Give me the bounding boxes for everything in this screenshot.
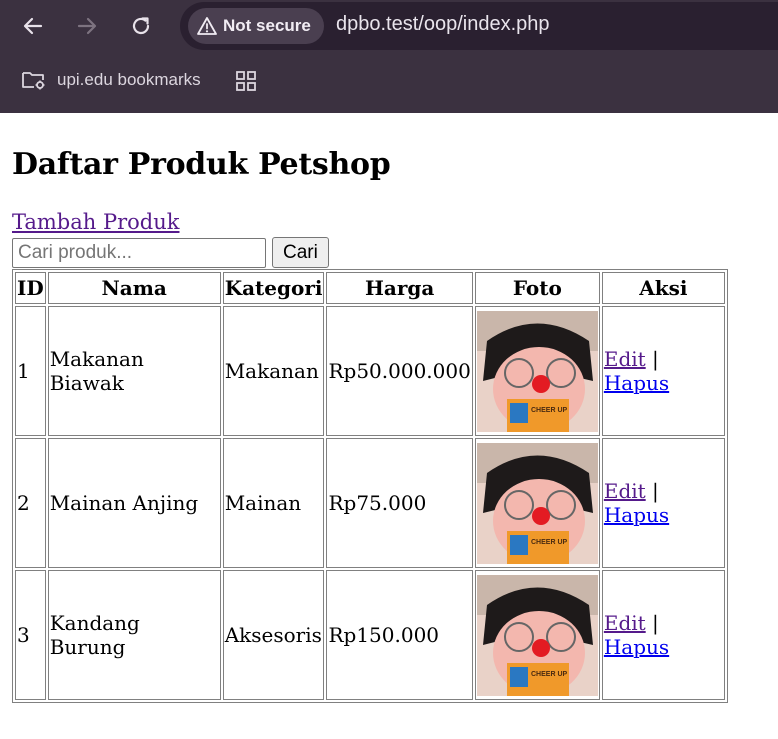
cell-foto: CHEER UP — [474, 438, 600, 568]
edit-link[interactable]: Edit — [604, 479, 646, 503]
header-foto: Foto — [474, 272, 600, 304]
cell-kategori: Makanan — [222, 306, 325, 436]
product-photo: CHEER UP — [476, 310, 598, 432]
page-content: Daftar Produk Petshop Tambah Produk Cari… — [0, 147, 778, 703]
table-row: 1 Makanan Biawak Makanan Rp50.000.000 CH… — [15, 306, 725, 436]
delete-link[interactable]: Hapus — [604, 635, 669, 659]
cell-foto: CHEER UP — [474, 306, 600, 436]
browser-toolbar: Not secure dpbo.test/oop/index.php — [0, 0, 778, 52]
action-separator: | — [652, 479, 659, 503]
photo-caption: CHEER UP — [531, 407, 568, 414]
cell-kategori: Aksesoris — [222, 570, 325, 700]
search-input[interactable] — [12, 237, 266, 268]
bookmark-folder-label: upi.edu bookmarks — [57, 70, 201, 89]
cell-harga: Rp75.000 — [326, 438, 473, 568]
cell-foto: CHEER UP — [474, 570, 600, 700]
search-form: Cari — [12, 237, 766, 268]
photo-caption: CHEER UP — [531, 671, 568, 678]
page-title: Daftar Produk Petshop — [12, 147, 391, 182]
cell-harga: Rp50.000.000 — [326, 306, 473, 436]
arrow-left-icon — [23, 17, 43, 35]
back-button[interactable] — [17, 10, 49, 42]
reload-button[interactable] — [125, 10, 157, 42]
cell-kategori: Mainan — [222, 438, 325, 568]
cell-id: 1 — [15, 306, 46, 436]
header-id: ID — [15, 272, 46, 304]
browser-chrome: Not secure dpbo.test/oop/index.php upi.e… — [0, 0, 778, 113]
folder-settings-icon — [22, 72, 45, 90]
table-row: 3 Kandang Burung Aksesoris Rp150.000 CHE… — [15, 570, 725, 700]
header-aksi: Aksi — [601, 272, 725, 304]
header-nama: Nama — [47, 272, 221, 304]
grid-icon — [236, 71, 256, 91]
action-separator: | — [652, 611, 659, 635]
header-kategori: Kategori — [222, 272, 325, 304]
header-harga: Harga — [326, 272, 473, 304]
cell-aksi: Edit | Hapus — [601, 438, 725, 568]
forward-button[interactable] — [71, 10, 103, 42]
bookmark-folder[interactable]: upi.edu bookmarks — [21, 69, 201, 91]
search-button[interactable]: Cari — [272, 237, 329, 268]
delete-link[interactable]: Hapus — [604, 503, 669, 527]
cell-nama: Mainan Anjing — [47, 438, 221, 568]
cell-aksi: Edit | Hapus — [601, 570, 725, 700]
apps-grid-button[interactable] — [235, 70, 257, 96]
url-text[interactable]: dpbo.test/oop/index.php — [336, 13, 550, 36]
delete-link[interactable]: Hapus — [604, 371, 669, 395]
table-header-row: ID Nama Kategori Harga Foto Aksi — [15, 272, 725, 304]
warning-icon — [197, 17, 217, 35]
cell-nama: Makanan Biawak — [47, 306, 221, 436]
security-label: Not secure — [223, 16, 311, 35]
table-row: 2 Mainan Anjing Mainan Rp75.000 CHEER UP… — [15, 438, 725, 568]
action-separator: | — [652, 347, 659, 371]
edit-link[interactable]: Edit — [604, 611, 646, 635]
bookmarks-bar: upi.edu bookmarks — [0, 52, 778, 113]
photo-caption: CHEER UP — [531, 539, 568, 546]
add-product-link[interactable]: Tambah Produk — [12, 209, 179, 235]
cell-aksi: Edit | Hapus — [601, 306, 725, 436]
arrow-right-icon — [77, 17, 97, 35]
edit-link[interactable]: Edit — [604, 347, 646, 371]
product-photo: CHEER UP — [476, 574, 598, 696]
product-photo: CHEER UP — [476, 442, 598, 564]
reload-icon — [132, 17, 150, 35]
cell-id: 2 — [15, 438, 46, 568]
security-chip[interactable]: Not secure — [188, 8, 324, 44]
cell-nama: Kandang Burung — [47, 570, 221, 700]
product-table: ID Nama Kategori Harga Foto Aksi 1 Makan… — [12, 269, 728, 703]
cell-id: 3 — [15, 570, 46, 700]
cell-harga: Rp150.000 — [326, 570, 473, 700]
